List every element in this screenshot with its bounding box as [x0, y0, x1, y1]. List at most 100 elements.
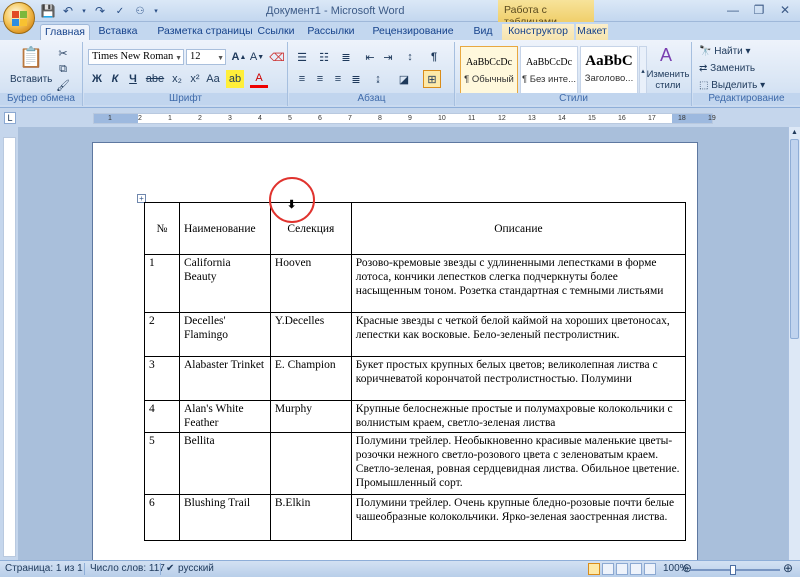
header-cell-description[interactable]: Описание: [350, 202, 687, 255]
grow-font-icon[interactable]: A ▲: [230, 48, 248, 66]
tab-selector[interactable]: L: [4, 112, 16, 124]
style-no-spacing[interactable]: AaBbCcDc ¶ Без инте...: [520, 46, 578, 96]
tab-page-layout[interactable]: Разметка страницы: [150, 24, 260, 40]
tab-mailings[interactable]: Рассылки: [303, 24, 359, 40]
superscript-icon[interactable]: x²: [186, 70, 204, 88]
undo-icon[interactable]: ↶: [60, 3, 76, 19]
vertical-ruler[interactable]: [3, 137, 16, 557]
cell-selection[interactable]: E. Champion: [269, 356, 352, 401]
strikethrough-button[interactable]: abe: [144, 70, 166, 88]
minimize-icon[interactable]: —: [720, 1, 746, 19]
undo-dropdown-icon[interactable]: ▾: [80, 3, 88, 19]
cell-description[interactable]: Розово-кремовые звезды с удлиненными леп…: [350, 254, 687, 313]
subscript-icon[interactable]: x₂: [168, 70, 186, 88]
draft-view-icon[interactable]: [644, 563, 656, 575]
tab-design[interactable]: Конструктор: [502, 24, 574, 40]
scrollbar-thumb[interactable]: [790, 139, 799, 339]
spelling-check-icon[interactable]: ✓: [112, 3, 128, 19]
show-marks-icon[interactable]: ¶: [425, 48, 443, 66]
highlight-icon[interactable]: ab: [226, 70, 244, 88]
align-right-icon[interactable]: ≡: [329, 70, 347, 88]
maximize-icon[interactable]: ❐: [746, 1, 772, 19]
change-styles-icon[interactable]: A: [654, 44, 678, 66]
cell-name[interactable]: Alabaster Trinket: [178, 356, 271, 401]
cell-description[interactable]: Букет простых крупных белых цветов; вели…: [350, 356, 687, 401]
cell-name[interactable]: Blushing Trail: [178, 494, 271, 541]
line-spacing-icon[interactable]: ↨: [369, 70, 387, 88]
clear-formatting-icon[interactable]: ⌫: [268, 48, 286, 66]
tab-review[interactable]: Рецензирование: [368, 24, 458, 40]
font-name-combo[interactable]: Times New Roman ▼: [88, 49, 184, 65]
cell-name[interactable]: California Beauty: [178, 254, 271, 313]
cell-selection[interactable]: Y.Decelles: [269, 312, 352, 357]
save-icon[interactable]: 💾: [40, 3, 56, 19]
document-table[interactable]: № Наименование Селекция Описание 1 Califo…: [144, 202, 687, 541]
cell-description[interactable]: Полумини трейлер. Необыкновенно красивые…: [350, 432, 687, 495]
cell-selection[interactable]: [269, 432, 352, 495]
font-size-combo[interactable]: 12 ▼: [186, 49, 226, 65]
align-left-icon[interactable]: ≡: [293, 70, 311, 88]
tab-view[interactable]: Вид: [470, 24, 496, 40]
office-button[interactable]: [3, 2, 35, 34]
cell-name[interactable]: Decelles' Flamingo: [178, 312, 271, 357]
shrink-font-icon[interactable]: A ▼: [248, 48, 266, 66]
cell-selection[interactable]: Murphy: [269, 400, 352, 433]
cell-number[interactable]: 2: [144, 312, 180, 357]
shading-icon[interactable]: ◪: [395, 70, 413, 88]
font-color-icon[interactable]: A: [250, 70, 268, 88]
align-center-icon[interactable]: ≡: [311, 70, 329, 88]
format-painter-icon[interactable]: 🖌: [54, 76, 72, 94]
change-styles-button[interactable]: Изменить стили: [646, 69, 690, 91]
ruler-strip[interactable]: 1 2 1 2 3 4 5 6 7 8 9 10 11 12 13 14 15 16 17 18 19: [93, 113, 716, 124]
borders-icon[interactable]: ⊞: [423, 70, 441, 88]
cell-number[interactable]: 1: [144, 254, 180, 313]
cell-number[interactable]: 6: [144, 494, 180, 541]
paste-label[interactable]: Вставить: [10, 74, 52, 85]
multilevel-list-icon[interactable]: ≣: [337, 48, 355, 66]
numbering-icon[interactable]: ☷: [315, 48, 333, 66]
bold-button[interactable]: Ж: [88, 70, 106, 88]
web-layout-view-icon[interactable]: [616, 563, 628, 575]
style-normal[interactable]: AaBbCcDc ¶ Обычный: [460, 46, 518, 96]
style-heading[interactable]: AaBbC Заголово...: [580, 46, 638, 96]
zoom-slider-knob[interactable]: [730, 565, 736, 575]
tab-layout[interactable]: Макет: [576, 24, 608, 40]
cell-description[interactable]: Красные звезды с четкой белой каймой на …: [350, 312, 687, 357]
cell-number[interactable]: 3: [144, 356, 180, 401]
paste-icon[interactable]: 📋: [19, 44, 44, 70]
header-cell-name[interactable]: Наименование: [178, 202, 271, 255]
cell-description[interactable]: Полумини трейлер. Очень крупные бледно-р…: [350, 494, 687, 541]
bullets-icon[interactable]: ☰: [293, 48, 311, 66]
status-page[interactable]: Страница: 1 из 1: [5, 563, 83, 574]
status-language[interactable]: русский: [178, 563, 214, 574]
cell-name[interactable]: Bellita: [178, 432, 271, 495]
close-icon[interactable]: ✕: [772, 1, 798, 19]
cell-number[interactable]: 5: [144, 432, 180, 495]
outline-view-icon[interactable]: [630, 563, 642, 575]
customize-qat-icon[interactable]: ▾: [152, 3, 160, 19]
zoom-in-icon[interactable]: ⊕: [783, 561, 793, 575]
underline-button[interactable]: Ч: [124, 70, 142, 88]
cell-description[interactable]: Крупные белоснежные простые и полумахров…: [350, 400, 687, 433]
change-case-icon[interactable]: Aa: [204, 70, 222, 88]
select-button[interactable]: ⬚ Выделить ▾: [699, 80, 765, 91]
header-cell-number[interactable]: №: [144, 202, 180, 255]
italic-button[interactable]: К: [106, 70, 124, 88]
document-page[interactable]: + № Наименование Селекция Описание 1 Cali…: [92, 142, 698, 560]
cell-selection[interactable]: B.Elkin: [269, 494, 352, 541]
redo-icon[interactable]: ↷: [92, 3, 108, 19]
zoom-slider[interactable]: [690, 565, 780, 575]
cell-selection[interactable]: Hooven: [269, 254, 352, 313]
cell-number[interactable]: 4: [144, 400, 180, 433]
justify-icon[interactable]: ≣: [347, 70, 365, 88]
replace-button[interactable]: ⇄ Заменить: [699, 63, 755, 74]
sort-icon[interactable]: ↕: [401, 48, 419, 66]
full-screen-reading-view-icon[interactable]: [602, 563, 614, 575]
tab-home[interactable]: Главная: [40, 24, 90, 40]
find-button[interactable]: 🔭 Найти ▾: [699, 46, 751, 57]
tab-insert[interactable]: Вставка: [96, 24, 140, 40]
decrease-indent-icon[interactable]: ⇤: [361, 48, 379, 66]
increase-indent-icon[interactable]: ⇥: [379, 48, 397, 66]
status-word-count[interactable]: Число слов: 117: [90, 563, 165, 574]
scroll-up-icon[interactable]: ▲: [789, 127, 800, 138]
